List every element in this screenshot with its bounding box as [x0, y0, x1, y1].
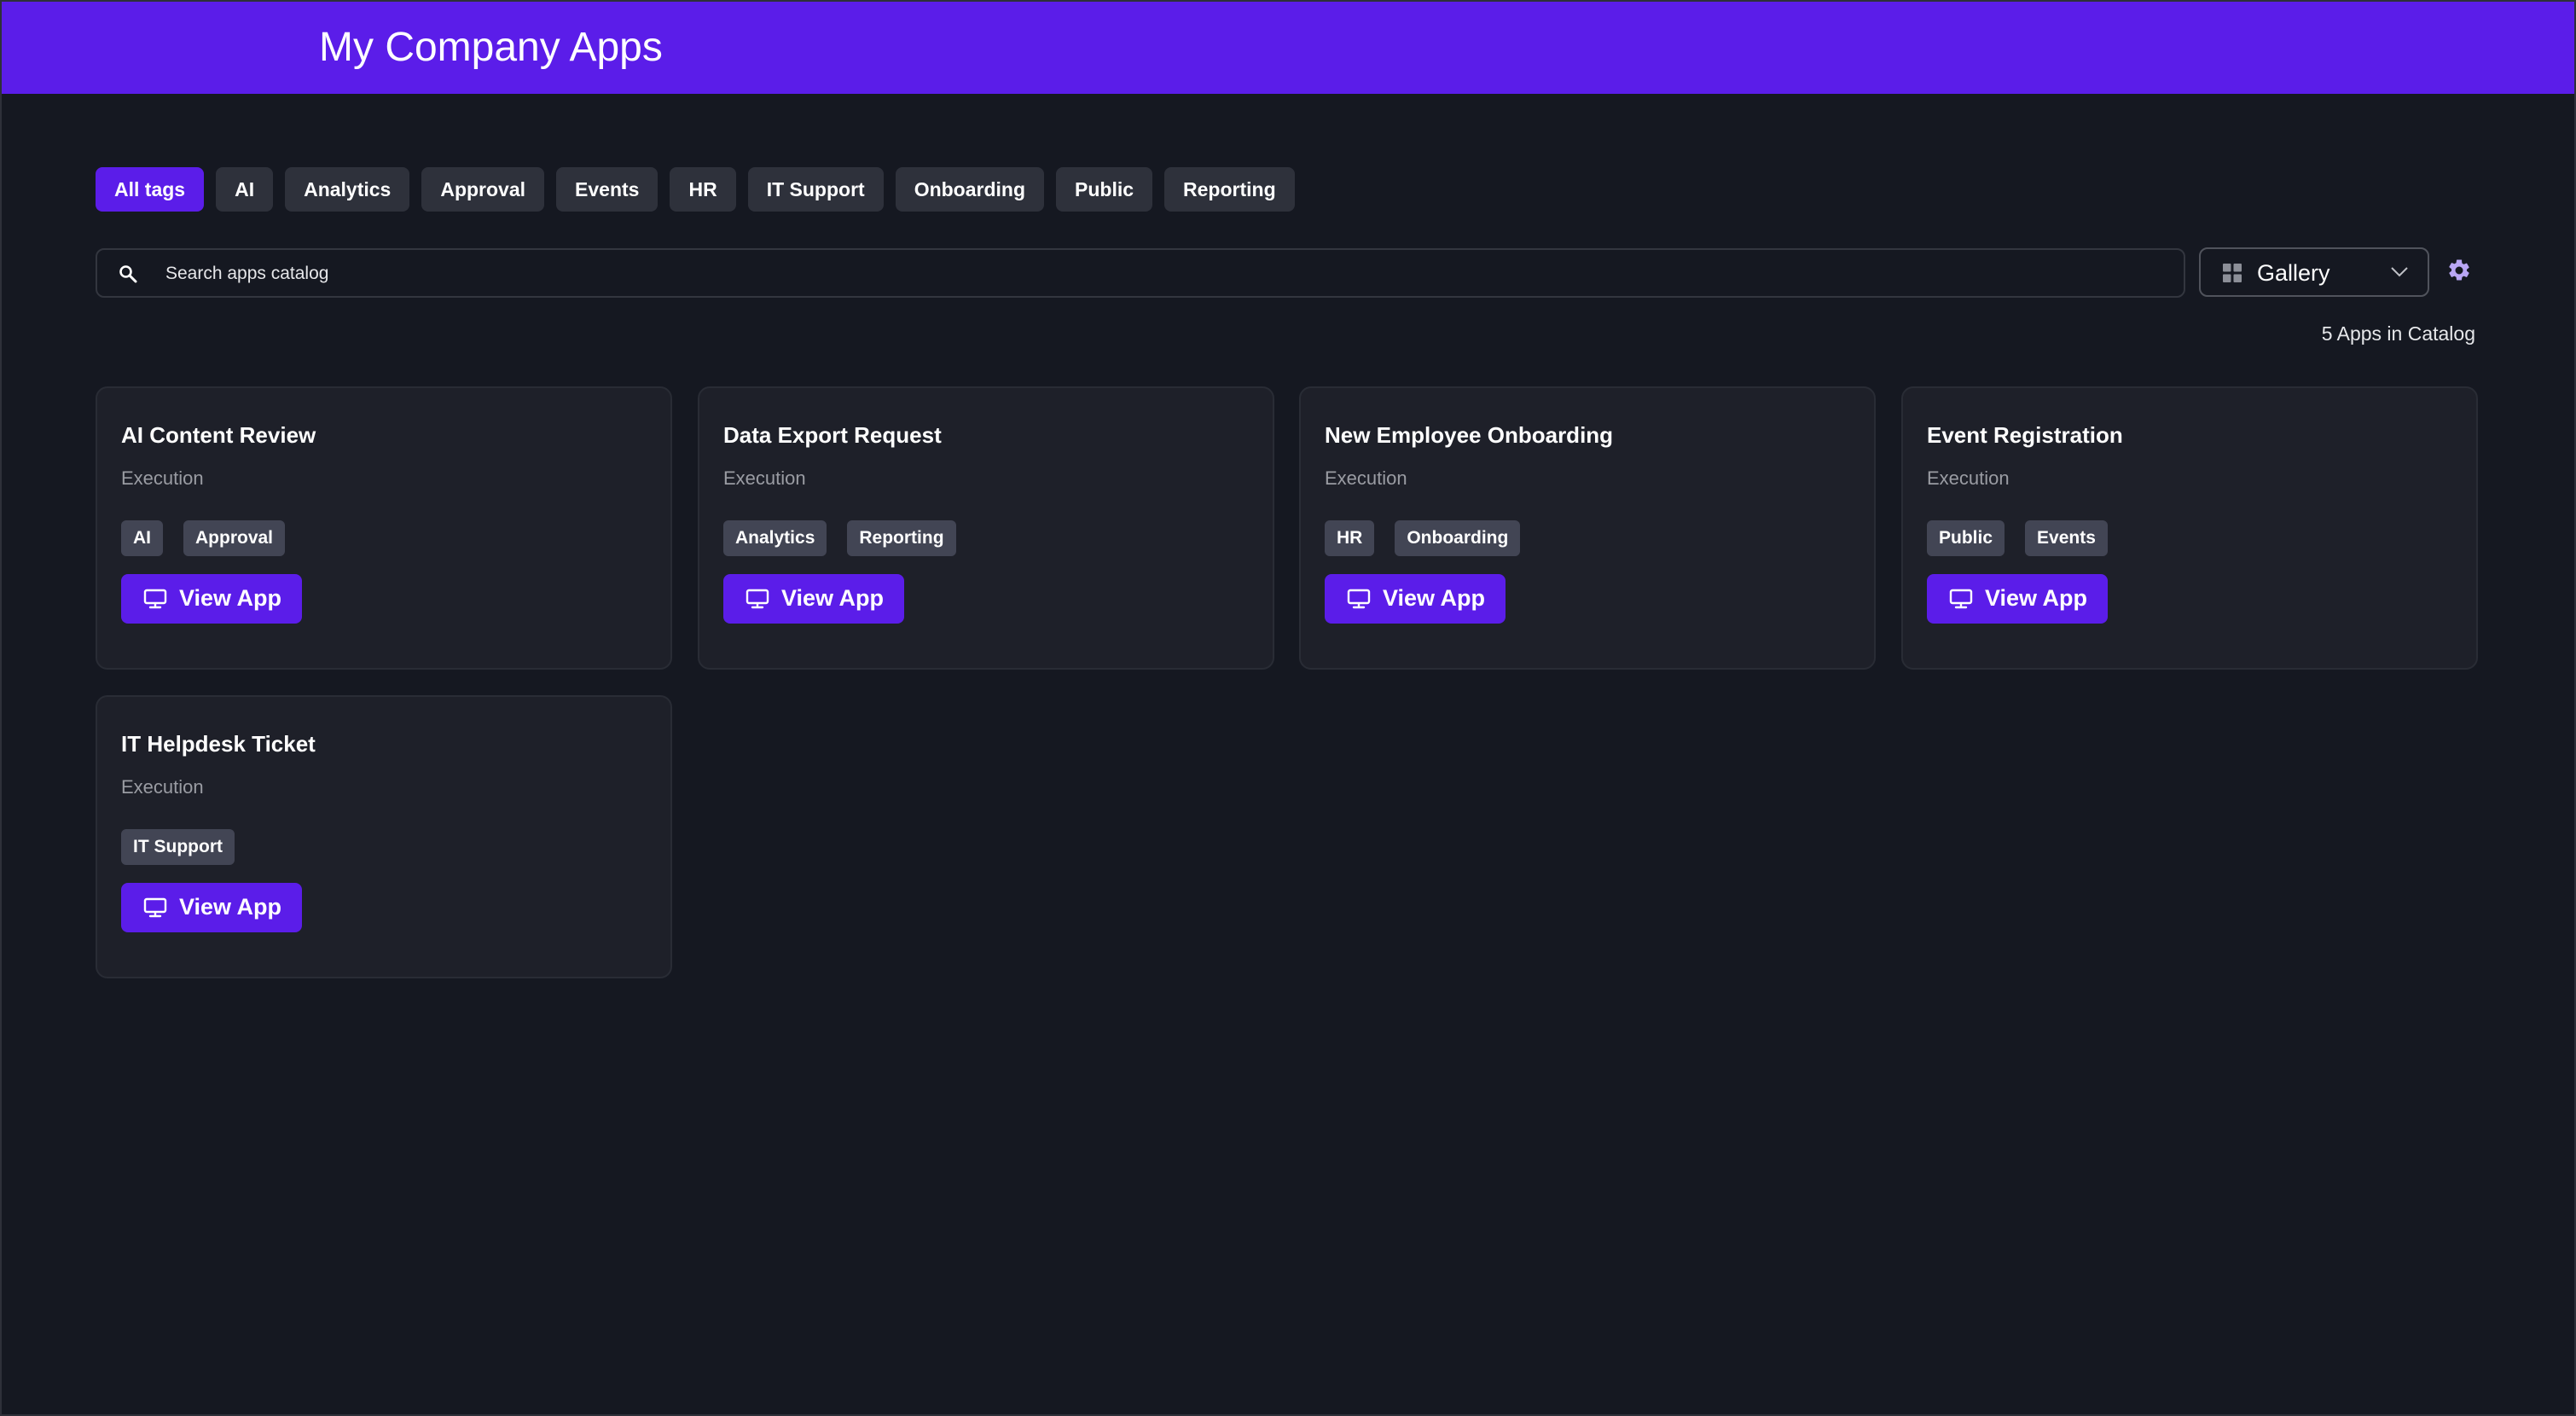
monitor-icon [1347, 589, 1371, 609]
view-app-button[interactable]: View App [723, 574, 904, 624]
tag-filter-analytics[interactable]: Analytics [285, 167, 410, 212]
app-tag: Analytics [723, 520, 827, 556]
app-card-title: IT Helpdesk Ticket [121, 731, 316, 757]
view-app-button[interactable]: View App [1325, 574, 1506, 624]
gear-icon[interactable] [2446, 258, 2472, 283]
monitor-icon [143, 897, 167, 918]
app-tag: Approval [183, 520, 286, 556]
app-card-tags: IT Support [121, 829, 235, 865]
view-app-label: View App [1383, 585, 1486, 611]
view-app-label: View App [179, 585, 282, 611]
app-card-subtitle: Execution [1927, 467, 2010, 489]
view-mode-select[interactable]: Gallery [2199, 247, 2429, 297]
app-card: IT Helpdesk Ticket Execution IT Support … [96, 695, 672, 978]
monitor-icon [1949, 589, 1973, 609]
tag-filter-all[interactable]: All tags [96, 167, 205, 212]
app-card-subtitle: Execution [121, 776, 204, 798]
app-tag: Events [2025, 520, 2108, 556]
tag-filter-bar: All tags AI Analytics Approval Events HR… [96, 167, 1295, 213]
app-tag: Reporting [847, 520, 956, 556]
app-card: Data Export Request Execution Analytics … [698, 386, 1274, 670]
view-app-label: View App [179, 894, 282, 920]
app-card-title: Event Registration [1927, 422, 2123, 448]
app-card-subtitle: Execution [121, 467, 204, 489]
view-app-button[interactable]: View App [1927, 574, 2108, 624]
app-tag: Onboarding [1395, 520, 1521, 556]
app-card-tags: AI Approval [121, 520, 286, 556]
app-tag: Public [1927, 520, 2005, 556]
app-card-subtitle: Execution [723, 467, 806, 489]
app-tag: HR [1325, 520, 1375, 556]
view-app-button[interactable]: View App [121, 574, 302, 624]
search-box [96, 248, 2185, 298]
tag-filter-it-support[interactable]: IT Support [747, 167, 884, 212]
app-count-label: 5 Apps in Catalog [2321, 322, 2475, 345]
grid-icon [2223, 264, 2242, 282]
view-app-label: View App [1985, 585, 2088, 611]
view-mode-label: Gallery [2257, 260, 2330, 286]
search-input[interactable] [164, 250, 2163, 298]
app-tag: AI [121, 520, 163, 556]
view-app-button[interactable]: View App [121, 883, 302, 932]
search-icon [119, 265, 137, 283]
app-card-title: AI Content Review [121, 422, 316, 448]
page-title: My Company Apps [319, 25, 663, 70]
app-tag: IT Support [121, 829, 235, 865]
chevron-down-icon [2391, 267, 2408, 277]
tag-filter-public[interactable]: Public [1056, 167, 1153, 212]
tag-filter-onboarding[interactable]: Onboarding [895, 167, 1045, 212]
tag-filter-ai[interactable]: AI [216, 167, 274, 212]
app-card: Event Registration Execution Public Even… [1901, 386, 2478, 670]
app-card-subtitle: Execution [1325, 467, 1407, 489]
tag-filter-approval[interactable]: Approval [421, 167, 545, 212]
monitor-icon [143, 589, 167, 609]
app-card-tags: HR Onboarding [1325, 520, 1521, 556]
tag-filter-hr[interactable]: HR [670, 167, 736, 212]
app-card: AI Content Review Execution AI Approval … [96, 386, 672, 670]
app-header: My Company Apps [2, 2, 2574, 94]
app-card-tags: Analytics Reporting [723, 520, 956, 556]
view-app-label: View App [781, 585, 885, 611]
monitor-icon [746, 589, 769, 609]
app-card: New Employee Onboarding Execution HR Onb… [1299, 386, 1876, 670]
app-window: My Company Apps All tags AI Analytics Ap… [0, 0, 2576, 1416]
tag-filter-events[interactable]: Events [556, 167, 659, 212]
app-card-title: Data Export Request [723, 422, 942, 448]
app-card-title: New Employee Onboarding [1325, 422, 1614, 448]
tag-filter-reporting[interactable]: Reporting [1164, 167, 1295, 212]
app-card-tags: Public Events [1927, 520, 2108, 556]
